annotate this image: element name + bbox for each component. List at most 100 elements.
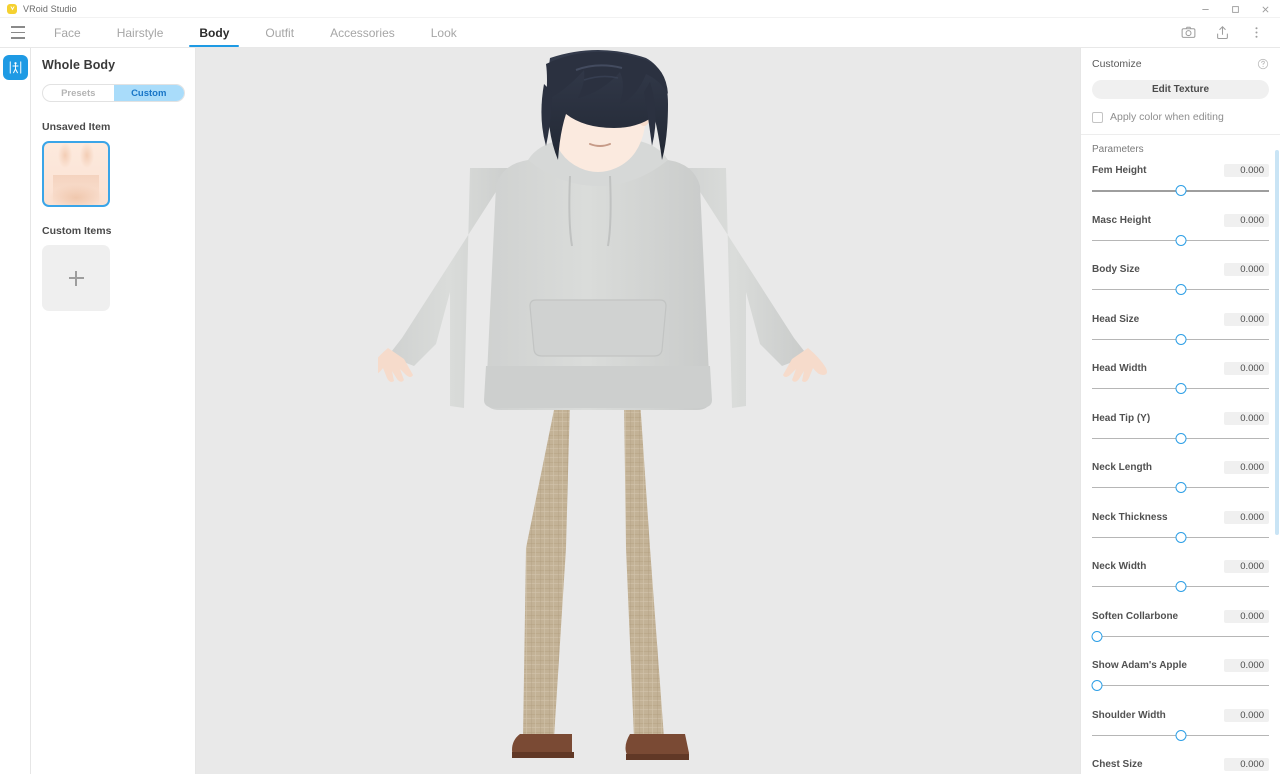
- rail-item-whole-body[interactable]: [3, 55, 28, 80]
- slider-track: [1092, 636, 1269, 637]
- param-slider[interactable]: [1092, 185, 1269, 196]
- parameters-label: Parameters: [1092, 144, 1269, 155]
- tab-accessories[interactable]: Accessories: [312, 18, 413, 47]
- param-value[interactable]: 0.000: [1224, 214, 1269, 227]
- slider-handle[interactable]: [1092, 631, 1103, 642]
- left-panel: Whole Body Presets Custom Unsaved Item C…: [31, 48, 196, 774]
- slider-handle[interactable]: [1175, 532, 1186, 543]
- param-label: Soften Collarbone: [1092, 611, 1178, 622]
- param-label: Head Size: [1092, 314, 1139, 325]
- param-slider[interactable]: [1092, 235, 1269, 246]
- main-content: Whole Body Presets Custom Unsaved Item C…: [0, 48, 1280, 774]
- param-value[interactable]: 0.000: [1224, 758, 1269, 771]
- slider-handle[interactable]: [1175, 581, 1186, 592]
- slider-handle[interactable]: [1175, 482, 1186, 493]
- param-label: Neck Width: [1092, 561, 1146, 572]
- minimize-icon[interactable]: [1190, 0, 1220, 18]
- parameters-scrollbar[interactable]: [1275, 150, 1279, 535]
- param-value[interactable]: 0.000: [1224, 263, 1269, 276]
- param-label: Head Tip (Y): [1092, 413, 1150, 424]
- param-label: Head Width: [1092, 363, 1147, 374]
- slider-handle[interactable]: [1175, 235, 1186, 246]
- toolbar-icons: [1178, 18, 1280, 47]
- title-bar: VRoid Studio: [0, 0, 1280, 18]
- param-slider[interactable]: [1092, 581, 1269, 592]
- param-value[interactable]: 0.000: [1224, 709, 1269, 722]
- param-head-size: Head Size 0.000: [1092, 313, 1269, 345]
- param-label: Show Adam's Apple: [1092, 660, 1187, 671]
- tab-body[interactable]: Body: [181, 18, 247, 47]
- slider-handle[interactable]: [1175, 433, 1186, 444]
- param-label: Neck Thickness: [1092, 512, 1168, 523]
- param-show-adams-apple: Show Adam's Apple 0.000: [1092, 659, 1269, 691]
- unsaved-item-list: [42, 141, 184, 207]
- slider-handle[interactable]: [1175, 730, 1186, 741]
- parameters-section: Parameters Fem Height 0.000 Masc Height …: [1081, 135, 1280, 774]
- segment-presets[interactable]: Presets: [43, 85, 114, 101]
- body-mannequin-icon: [8, 60, 23, 75]
- slider-handle[interactable]: [1092, 680, 1103, 691]
- param-value[interactable]: 0.000: [1224, 362, 1269, 375]
- param-slider[interactable]: [1092, 482, 1269, 493]
- segment-custom[interactable]: Custom: [114, 85, 185, 101]
- param-slider[interactable]: [1092, 433, 1269, 444]
- character-model: [196, 48, 1080, 774]
- param-slider[interactable]: [1092, 631, 1269, 642]
- param-value[interactable]: 0.000: [1224, 164, 1269, 177]
- param-label: Chest Size: [1092, 759, 1143, 770]
- param-head-tip-y: Head Tip (Y) 0.000: [1092, 412, 1269, 444]
- export-icon[interactable]: [1212, 23, 1232, 43]
- window-controls: [1190, 0, 1280, 18]
- slider-handle[interactable]: [1175, 284, 1186, 295]
- tab-outfit[interactable]: Outfit: [247, 18, 312, 47]
- edit-texture-button[interactable]: Edit Texture: [1092, 80, 1269, 99]
- apply-color-checkbox-row[interactable]: Apply color when editing: [1092, 111, 1269, 123]
- tab-hairstyle[interactable]: Hairstyle: [99, 18, 182, 47]
- param-slider[interactable]: [1092, 532, 1269, 543]
- unsaved-item-label: Unsaved Item: [42, 121, 184, 133]
- param-slider[interactable]: [1092, 284, 1269, 295]
- param-label: Masc Height: [1092, 215, 1151, 226]
- plus-icon: [69, 271, 84, 286]
- close-icon[interactable]: [1250, 0, 1280, 18]
- slider-handle[interactable]: [1175, 185, 1186, 196]
- param-fem-height: Fem Height 0.000: [1092, 164, 1269, 196]
- model-viewport[interactable]: [196, 48, 1080, 774]
- icon-rail: [0, 48, 31, 774]
- tab-face[interactable]: Face: [36, 18, 99, 47]
- app-title: VRoid Studio: [23, 4, 77, 14]
- help-circle-icon[interactable]: [1257, 58, 1269, 70]
- param-slider[interactable]: [1092, 334, 1269, 345]
- hamburger-menu-icon[interactable]: [0, 18, 36, 47]
- presets-custom-toggle: Presets Custom: [42, 84, 185, 102]
- param-value[interactable]: 0.000: [1224, 610, 1269, 623]
- param-slider[interactable]: [1092, 730, 1269, 741]
- slider-handle[interactable]: [1175, 383, 1186, 394]
- add-custom-item-button[interactable]: [42, 245, 110, 311]
- param-label: Neck Length: [1092, 462, 1152, 473]
- param-value[interactable]: 0.000: [1224, 313, 1269, 326]
- slider-handle[interactable]: [1175, 334, 1186, 345]
- param-value[interactable]: 0.000: [1224, 461, 1269, 474]
- param-chest-size: Chest Size 0.000: [1092, 758, 1269, 774]
- right-panel: Customize Edit Texture Apply color when …: [1080, 48, 1280, 774]
- camera-icon[interactable]: [1178, 23, 1198, 43]
- tab-look[interactable]: Look: [413, 18, 475, 47]
- more-icon[interactable]: [1246, 23, 1266, 43]
- param-label: Shoulder Width: [1092, 710, 1166, 721]
- param-shoulder-width: Shoulder Width 0.000: [1092, 709, 1269, 741]
- param-neck-length: Neck Length 0.000: [1092, 461, 1269, 493]
- body-texture-thumbnail[interactable]: [42, 141, 110, 207]
- param-value[interactable]: 0.000: [1224, 659, 1269, 672]
- param-value[interactable]: 0.000: [1224, 511, 1269, 524]
- param-neck-thickness: Neck Thickness 0.000: [1092, 511, 1269, 543]
- param-body-size: Body Size 0.000: [1092, 263, 1269, 295]
- param-soften-collarbone: Soften Collarbone 0.000: [1092, 610, 1269, 642]
- param-value[interactable]: 0.000: [1224, 560, 1269, 573]
- param-value[interactable]: 0.000: [1224, 412, 1269, 425]
- maximize-icon[interactable]: [1220, 0, 1250, 18]
- param-slider[interactable]: [1092, 680, 1269, 691]
- param-slider[interactable]: [1092, 383, 1269, 394]
- apply-color-checkbox[interactable]: [1092, 112, 1103, 123]
- param-neck-width: Neck Width 0.000: [1092, 560, 1269, 592]
